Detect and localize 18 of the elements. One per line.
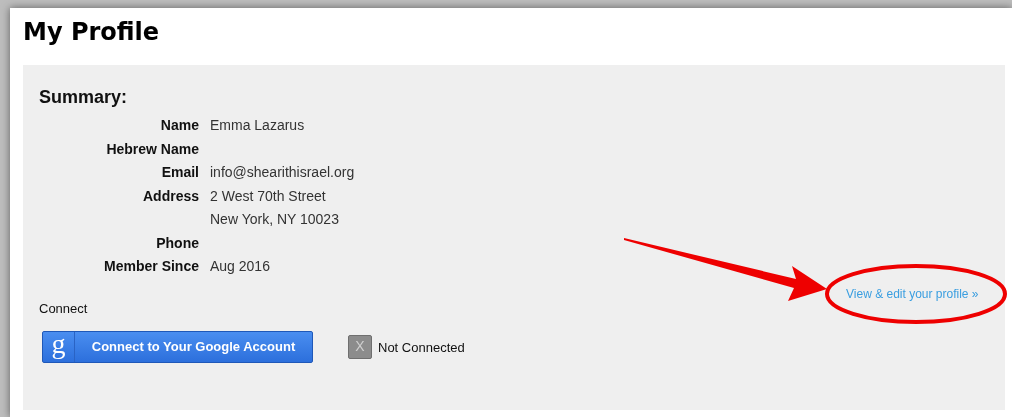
field-value: Aug 2016 <box>210 257 270 276</box>
field-label: Phone <box>156 233 199 253</box>
page-title: My Profile <box>23 17 160 48</box>
field-value: New York, NY 10023 <box>210 210 339 229</box>
field-label: Address <box>142 186 199 206</box>
field-label: Member Since <box>104 257 199 276</box>
google-connect-button[interactable]: g Connect to Your Google Account <box>42 330 313 363</box>
field-value: info@shearithisrael.org <box>210 163 355 182</box>
connect-heading: Connect <box>39 299 88 318</box>
field-value: 2 West 70th Street <box>210 186 327 206</box>
status-icon: X <box>348 334 372 359</box>
field-label: Name <box>160 116 199 135</box>
edit-profile-link[interactable]: View & edit your profile » <box>846 285 979 303</box>
connection-status: Not Connected <box>378 338 465 357</box>
field-label: Email <box>161 163 199 182</box>
field-label: Hebrew Name <box>106 139 199 159</box>
summary-heading: Summary: <box>39 86 128 109</box>
field-value: Emma Lazarus <box>210 116 305 135</box>
